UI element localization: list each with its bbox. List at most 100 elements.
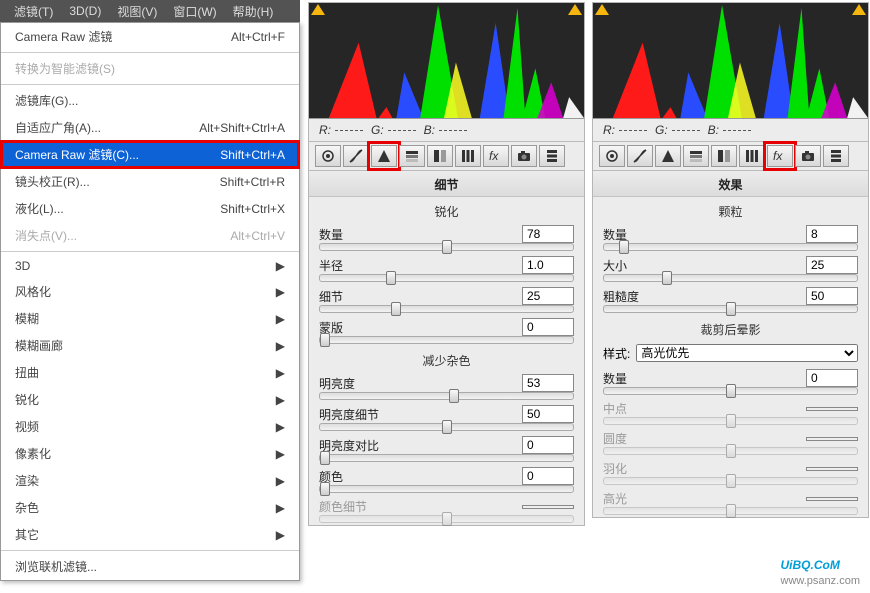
slider-thumb[interactable] bbox=[449, 389, 459, 403]
slider-label: 大小 bbox=[603, 257, 667, 274]
slider-thumb[interactable] bbox=[662, 271, 672, 285]
vignette-style-select[interactable]: 高光优先 bbox=[636, 344, 858, 362]
split-tone-tab-icon[interactable] bbox=[427, 145, 453, 167]
slider-thumb[interactable] bbox=[726, 384, 736, 398]
watermark: UiBQ.CoM www.psanz.com bbox=[781, 552, 860, 587]
slider-thumb[interactable] bbox=[386, 271, 396, 285]
slider-track[interactable] bbox=[319, 423, 574, 431]
menu-item-label: 消失点(V)... bbox=[15, 227, 77, 244]
hsl-tab-icon[interactable] bbox=[683, 145, 709, 167]
slider-track[interactable] bbox=[319, 454, 574, 462]
menu-item[interactable]: 模糊▶ bbox=[1, 305, 299, 332]
slider-track[interactable] bbox=[319, 274, 574, 282]
submenu-arrow-icon: ▶ bbox=[276, 366, 285, 380]
slider-thumb[interactable] bbox=[442, 240, 452, 254]
camera-raw-panel-detail: R: G: B: fx 细节 锐化 数量78半径1.0细节25蒙版0 减少杂色 … bbox=[308, 2, 585, 526]
slider-thumb[interactable] bbox=[442, 420, 452, 434]
slider-value-input[interactable]: 0 bbox=[522, 467, 574, 485]
lens-tab-icon[interactable] bbox=[455, 145, 481, 167]
shadow-clip-icon[interactable] bbox=[595, 4, 609, 15]
highlight-clip-icon[interactable] bbox=[568, 4, 582, 15]
slider-label: 数量 bbox=[603, 370, 667, 387]
slider-track[interactable] bbox=[319, 392, 574, 400]
slider-track[interactable] bbox=[603, 387, 858, 395]
basic-tab-icon[interactable] bbox=[315, 145, 341, 167]
menu-item[interactable]: 液化(L)...Shift+Ctrl+X bbox=[1, 195, 299, 222]
detail-tab-icon[interactable] bbox=[371, 145, 397, 167]
slider-value-input[interactable]: 25 bbox=[522, 287, 574, 305]
slider-thumb[interactable] bbox=[391, 302, 401, 316]
slider-value-input[interactable]: 50 bbox=[522, 405, 574, 423]
slider-track[interactable] bbox=[603, 305, 858, 313]
slider-value-input[interactable]: 0 bbox=[806, 369, 858, 387]
menubar: 滤镜(T) 3D(D) 视图(V) 窗口(W) 帮助(H) bbox=[0, 0, 300, 22]
menu-help[interactable]: 帮助(H) bbox=[225, 3, 282, 20]
slider-thumb[interactable] bbox=[320, 451, 330, 465]
menu-item-label: 模糊 bbox=[15, 310, 39, 327]
menu-item[interactable]: 3D▶ bbox=[1, 254, 299, 278]
menu-item[interactable]: 浏览联机滤镜... bbox=[1, 553, 299, 580]
vignette-heading: 裁剪后晕影 bbox=[593, 315, 868, 340]
b-label: B: bbox=[708, 123, 719, 137]
shadow-clip-icon[interactable] bbox=[311, 4, 325, 15]
slider-row: 明亮度53 bbox=[309, 371, 584, 392]
camera-tab-icon[interactable] bbox=[795, 145, 821, 167]
menu-item[interactable]: 模糊画廊▶ bbox=[1, 332, 299, 359]
menu-item[interactable]: 渲染▶ bbox=[1, 467, 299, 494]
basic-tab-icon[interactable] bbox=[599, 145, 625, 167]
camera-tab-icon[interactable] bbox=[511, 145, 537, 167]
menu-item[interactable]: 像素化▶ bbox=[1, 440, 299, 467]
slider-thumb[interactable] bbox=[320, 333, 330, 347]
slider-value-input[interactable]: 8 bbox=[806, 225, 858, 243]
slider-track[interactable] bbox=[603, 274, 858, 282]
submenu-arrow-icon: ▶ bbox=[276, 339, 285, 353]
menu-item[interactable]: 视频▶ bbox=[1, 413, 299, 440]
detail-tab-icon[interactable] bbox=[655, 145, 681, 167]
menu-item[interactable]: 杂色▶ bbox=[1, 494, 299, 521]
lens-tab-icon[interactable] bbox=[739, 145, 765, 167]
slider-value-input[interactable]: 53 bbox=[522, 374, 574, 392]
tone-curve-tab-icon[interactable] bbox=[343, 145, 369, 167]
fx-tab-icon[interactable]: fx bbox=[483, 145, 509, 167]
menu-item[interactable]: Camera Raw 滤镜Alt+Ctrl+F bbox=[1, 23, 299, 50]
menu-item[interactable]: 其它▶ bbox=[1, 521, 299, 548]
sharpen-heading: 锐化 bbox=[309, 197, 584, 222]
menu-item[interactable]: Camera Raw 滤镜(C)...Shift+Ctrl+A bbox=[1, 141, 299, 168]
presets-tab-icon[interactable] bbox=[823, 145, 849, 167]
menu-item[interactable]: 风格化▶ bbox=[1, 278, 299, 305]
split-tone-tab-icon[interactable] bbox=[711, 145, 737, 167]
slider-thumb[interactable] bbox=[320, 482, 330, 496]
slider-value-input bbox=[806, 437, 858, 441]
menu-item[interactable]: 镜头校正(R)... Shift+Ctrl+R bbox=[1, 168, 299, 195]
fx-tab-icon[interactable]: fx bbox=[767, 145, 793, 167]
menu-item[interactable]: 自适应广角(A)...Alt+Shift+Ctrl+A bbox=[1, 114, 299, 141]
slider-thumb[interactable] bbox=[726, 302, 736, 316]
menu-filter[interactable]: 滤镜(T) bbox=[6, 3, 61, 20]
slider-value-input[interactable]: 0 bbox=[522, 436, 574, 454]
slider-track[interactable] bbox=[319, 305, 574, 313]
slider-value-input[interactable]: 1.0 bbox=[522, 256, 574, 274]
highlight-clip-icon[interactable] bbox=[852, 4, 866, 15]
slider-thumb bbox=[726, 504, 736, 518]
slider-track[interactable] bbox=[319, 336, 574, 344]
tone-curve-tab-icon[interactable] bbox=[627, 145, 653, 167]
slider-thumb[interactable] bbox=[619, 240, 629, 254]
menu-view[interactable]: 视图(V) bbox=[109, 3, 165, 20]
presets-tab-icon[interactable] bbox=[539, 145, 565, 167]
menu-item-label: 镜头校正(R)... bbox=[15, 173, 90, 190]
slider-value-input[interactable]: 78 bbox=[522, 225, 574, 243]
slider-track[interactable] bbox=[319, 243, 574, 251]
slider-track[interactable] bbox=[319, 485, 574, 493]
menu-shortcut: Shift+Ctrl+R bbox=[220, 175, 285, 189]
r-label: R: bbox=[319, 123, 331, 137]
menu-item[interactable]: 滤镜库(G)... bbox=[1, 87, 299, 114]
slider-track[interactable] bbox=[603, 243, 858, 251]
slider-value-input[interactable]: 25 bbox=[806, 256, 858, 274]
slider-value-input[interactable]: 50 bbox=[806, 287, 858, 305]
menu-3d[interactable]: 3D(D) bbox=[61, 4, 109, 18]
slider-value-input[interactable]: 0 bbox=[522, 318, 574, 336]
menu-item[interactable]: 锐化▶ bbox=[1, 386, 299, 413]
menu-window[interactable]: 窗口(W) bbox=[165, 3, 224, 20]
menu-item[interactable]: 扭曲▶ bbox=[1, 359, 299, 386]
hsl-tab-icon[interactable] bbox=[399, 145, 425, 167]
